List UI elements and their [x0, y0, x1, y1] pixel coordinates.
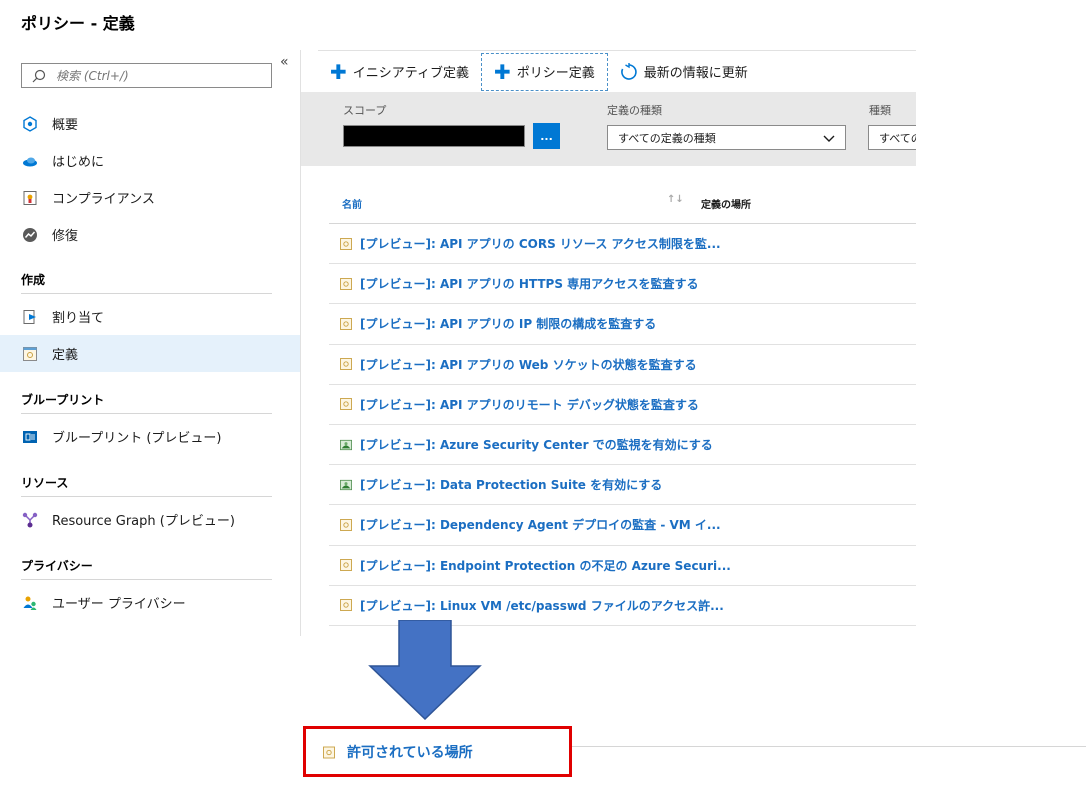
sidebar-item-getting-started[interactable]: はじめに: [0, 142, 300, 179]
definition-name-link[interactable]: [プレビュー]: Endpoint Protection の不足の Azure …: [360, 557, 731, 574]
scope-label: スコープ: [343, 104, 387, 117]
sidebar-item-label: コンプライアンス: [52, 192, 155, 207]
search-input[interactable]: 検索 (Ctrl+/): [21, 63, 272, 88]
definition-type-value: すべての定義の種類: [618, 131, 716, 145]
sidebar-item-assignments[interactable]: 割り当て: [0, 298, 300, 335]
sidebar-item-label: 割り当て: [52, 311, 105, 326]
scope-field[interactable]: [343, 125, 525, 147]
section-header-privacy: プライバシー: [21, 552, 272, 580]
chevron-down-icon: [823, 135, 835, 142]
initiative-icon: [340, 439, 352, 451]
highlighted-result[interactable]: 許可されている場所: [303, 726, 572, 777]
plus-icon: ✚: [330, 59, 347, 84]
filter-bar: スコープ ... 定義の種類 すべての定義の種類 種類 すべての: [301, 92, 916, 166]
refresh-label: 最新の情報に更新: [643, 66, 748, 81]
refresh-icon: [620, 62, 637, 80]
definition-name-link[interactable]: [プレビュー]: API アプリの IP 制限の構成を監査する: [360, 315, 656, 332]
table-row[interactable]: [プレビュー]: Azure Security Center での監視を有効にす…: [329, 425, 916, 466]
sidebar-item-label: 概要: [52, 118, 79, 133]
policy-doc-icon: [340, 599, 352, 612]
sidebar-item-label: 修復: [52, 229, 79, 244]
table-header: 名前 ↑↓ 定義の場所: [329, 182, 916, 224]
table-body: [プレビュー]: API アプリの CORS リソース アクセス制限を監... […: [329, 224, 916, 626]
definition-icon: [22, 346, 38, 362]
policy-doc-icon: [340, 518, 352, 531]
definition-name-link[interactable]: [プレビュー]: Linux VM /etc/passwd ファイルのアクセス許…: [360, 597, 724, 614]
plus-icon: ✚: [494, 59, 511, 84]
page: ポリシー - 定義 検索 (Ctrl+/) « 概要 はじめに コンプライアンス…: [0, 0, 1086, 789]
definition-name-link[interactable]: [プレビュー]: Azure Security Center での監視を有効にす…: [360, 436, 713, 453]
scope-picker-button[interactable]: ...: [533, 123, 560, 149]
left-nav: 検索 (Ctrl+/) « 概要 はじめに コンプライアンス 修復 作成 割り当…: [0, 50, 301, 636]
down-arrow: [368, 620, 482, 720]
blueprint-icon: [22, 429, 38, 445]
sidebar-item-resource-graph[interactable]: Resource Graph (プレビュー): [0, 501, 300, 538]
user-privacy-icon: [22, 595, 38, 611]
definition-type-label: 定義の種類: [607, 104, 662, 117]
remediation-icon: [22, 227, 38, 243]
assignment-icon: [22, 309, 38, 325]
overview-icon: [22, 115, 38, 132]
compliance-icon: [22, 190, 38, 206]
sidebar-item-blueprints[interactable]: ブループリント (プレビュー): [0, 418, 300, 455]
table-row[interactable]: [プレビュー]: API アプリの Web ソケットの状態を監査する: [329, 345, 916, 385]
policy-doc-icon: [340, 318, 352, 330]
sidebar-item-label: Resource Graph (プレビュー): [52, 514, 235, 529]
policy-doc-icon: [323, 746, 335, 758]
resource-graph-icon: [22, 512, 38, 528]
result-label: 許可されている場所: [347, 744, 473, 761]
table-row[interactable]: [プレビュー]: Data Protection Suite を有効にする: [329, 465, 916, 506]
sidebar-item-label: ブループリント (プレビュー): [52, 431, 222, 446]
sidebar-item-label: 定義: [52, 348, 79, 363]
table-row[interactable]: [プレビュー]: Dependency Agent デプロイの監査 - VM イ…: [329, 505, 916, 546]
definition-name-link[interactable]: [プレビュー]: API アプリの CORS リソース アクセス制限を監...: [360, 235, 721, 252]
sidebar-item-label: ユーザー プライバシー: [52, 597, 186, 612]
getting-started-icon: [22, 153, 38, 169]
policy-definition-label: ポリシー定義: [516, 66, 595, 81]
kind-label: 種類: [869, 104, 891, 117]
section-header-authoring: 作成: [21, 266, 272, 294]
search-icon: [32, 69, 46, 82]
sidebar-item-definitions[interactable]: 定義: [0, 335, 300, 372]
definition-type-select[interactable]: すべての定義の種類: [607, 125, 846, 150]
collapse-icon[interactable]: «: [280, 54, 289, 70]
table-row[interactable]: [プレビュー]: Endpoint Protection の不足の Azure …: [329, 546, 916, 586]
policy-doc-icon: [340, 559, 352, 572]
definition-name-link[interactable]: [プレビュー]: API アプリの Web ソケットの状態を監査する: [360, 356, 697, 373]
table-row[interactable]: [プレビュー]: API アプリの CORS リソース アクセス制限を監...: [329, 224, 916, 265]
definitions-table: 名前 ↑↓ 定義の場所 [プレビュー]: API アプリの CORS リソース …: [329, 182, 916, 626]
column-header-name[interactable]: 名前: [342, 196, 362, 211]
toolbar: ✚ イニシアティブ定義 ✚ ポリシー定義 最新の情報に更新: [318, 50, 916, 92]
policy-doc-icon: [340, 237, 352, 250]
definition-name-link[interactable]: [プレビュー]: Dependency Agent デプロイの監査 - VM イ…: [360, 516, 721, 533]
section-header-resources: リソース: [21, 469, 272, 497]
definition-name-link[interactable]: [プレビュー]: API アプリの HTTPS 専用アクセスを監査する: [360, 275, 699, 292]
policy-doc-icon: [340, 277, 352, 290]
initiative-icon: [340, 479, 352, 491]
initiative-definition-button[interactable]: ✚ イニシアティブ定義: [318, 53, 481, 91]
kind-value: すべての: [879, 131, 916, 145]
policy-doc-icon: [340, 358, 352, 371]
column-header-location[interactable]: 定義の場所: [701, 196, 751, 211]
definition-name-link[interactable]: [プレビュー]: API アプリのリモート デバッグ状態を監査する: [360, 396, 699, 413]
sort-icon[interactable]: ↑↓: [667, 194, 684, 205]
sidebar-item-user-privacy[interactable]: ユーザー プライバシー: [0, 584, 300, 621]
table-row[interactable]: [プレビュー]: API アプリの IP 制限の構成を監査する: [329, 304, 916, 345]
refresh-button[interactable]: 最新の情報に更新: [608, 53, 760, 91]
sidebar-item-compliance[interactable]: コンプライアンス: [0, 179, 300, 216]
sidebar-item-overview[interactable]: 概要: [0, 105, 300, 142]
sidebar-item-remediation[interactable]: 修復: [0, 216, 300, 253]
definition-name-link[interactable]: [プレビュー]: Data Protection Suite を有効にする: [360, 476, 662, 493]
kind-select[interactable]: すべての: [868, 125, 916, 150]
policy-definition-button[interactable]: ✚ ポリシー定義: [481, 52, 608, 91]
table-row[interactable]: [プレビュー]: API アプリの HTTPS 専用アクセスを監査する: [329, 264, 916, 305]
table-row[interactable]: [プレビュー]: API アプリのリモート デバッグ状態を監査する: [329, 385, 916, 425]
initiative-definition-label: イニシアティブ定義: [352, 66, 469, 81]
policy-doc-icon: [340, 398, 352, 411]
sidebar-item-label: はじめに: [52, 155, 105, 170]
section-header-blueprints: ブループリント: [21, 386, 272, 414]
search-placeholder: 検索 (Ctrl+/): [56, 69, 129, 83]
page-title: ポリシー - 定義: [21, 14, 135, 33]
